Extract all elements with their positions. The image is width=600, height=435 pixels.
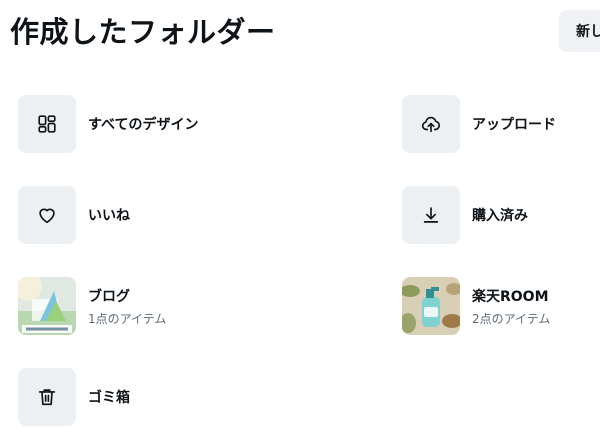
rakuten-room-thumbnail [402,277,460,335]
folder-rakuten-room[interactable]: 楽天ROOM 2点のアイテム [402,277,550,335]
folder-tile [402,186,460,244]
folder-label: 購入済み [472,208,528,224]
item-count: 2点のアイテム [472,311,551,326]
trash-icon [38,389,56,406]
folder-label: 楽天ROOM [472,288,549,305]
folder-purchased[interactable]: 購入済み [402,186,528,244]
folder-tile [402,95,460,153]
blog-thumbnail [18,277,76,335]
folder-label: アップロード [472,117,556,133]
new-folder-button[interactable]: 新し [559,10,600,52]
folder-likes[interactable]: いいね [18,186,130,244]
folder-tile [18,368,76,426]
grid-icon [38,115,56,133]
item-count: 1点のアイテム [88,311,167,326]
folder-tile [18,95,76,153]
folder-label: すべてのデザイン [88,117,199,133]
folder-label: ゴミ箱 [88,390,130,406]
folder-all-designs[interactable]: すべてのデザイン [18,95,198,153]
heart-icon [39,208,55,224]
folder-tile [18,186,76,244]
folder-trash[interactable]: ゴミ箱 [18,368,130,426]
folder-label: いいね [88,208,130,224]
page-title: 作成したフォルダー [10,15,276,49]
cloud-upload-icon [421,116,440,133]
folder-uploads[interactable]: アップロード [402,95,556,153]
folder-label: ブログ [88,288,130,305]
download-icon [423,207,439,223]
folder-blog[interactable]: ブログ 1点のアイテム [18,277,166,335]
